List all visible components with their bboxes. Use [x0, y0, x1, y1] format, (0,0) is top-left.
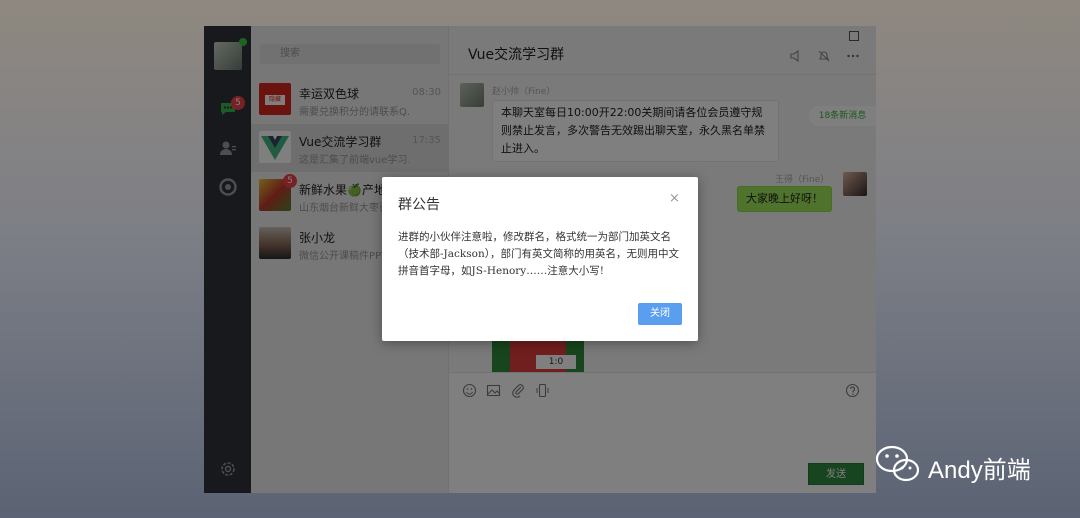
dialog-close-button[interactable]: 关闭	[638, 303, 682, 325]
wechat-logo-icon	[875, 445, 920, 482]
dialog-body: 进群的小伙伴注意啦，修改群名，格式统一为部门加英文名（技术部-Jackson），…	[398, 231, 679, 277]
group-notice-dialog: 群公告 × 进群的小伙伴注意啦，修改群名，格式统一为部门加英文名（技术部-Jac…	[382, 177, 698, 341]
dialog-close-icon[interactable]: ×	[669, 191, 680, 206]
watermark-text: Andy前端	[928, 457, 1031, 484]
dialog-title: 群公告	[398, 197, 440, 213]
